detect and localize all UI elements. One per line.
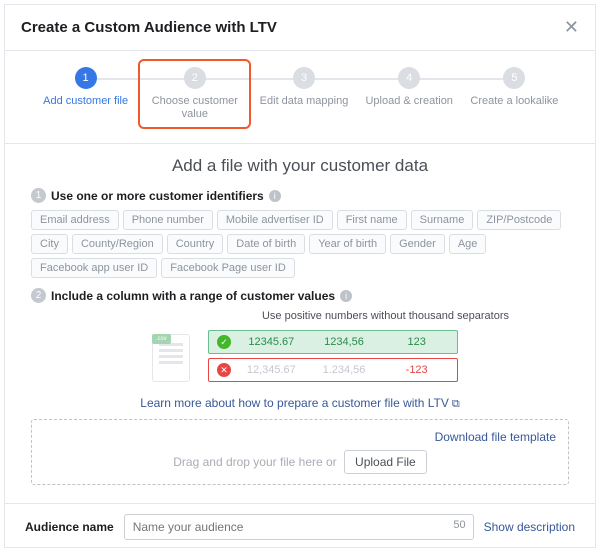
example-rows: ✓ 12345.67 1234,56 123 ✕ 12,345.67 1.234… — [208, 330, 458, 386]
page-title: Add a file with your customer data — [31, 156, 569, 176]
info-icon[interactable]: i — [269, 190, 281, 202]
identifier-tag[interactable]: City — [31, 234, 68, 254]
identifier-tag[interactable]: Date of birth — [227, 234, 305, 254]
identifier-tag[interactable]: Facebook Page user ID — [161, 258, 295, 278]
close-icon[interactable]: ✕ — [564, 17, 579, 38]
section-header: 1 Use one or more customer identifiers i — [31, 188, 569, 203]
identifier-tag[interactable]: Mobile advertiser ID — [217, 210, 333, 230]
section-number: 1 — [31, 188, 46, 203]
example-value: 1234,56 — [312, 336, 377, 348]
example-bad: ✕ 12,345.67 1.234,56 -123 — [208, 358, 458, 382]
step-number: 5 — [503, 67, 525, 89]
learn-more: Learn more about how to prepare a custom… — [31, 396, 569, 411]
section-title: Use one or more customer identifiers — [51, 189, 264, 203]
step-label: Edit data mapping — [251, 95, 356, 108]
section-header: 2 Include a column with a range of custo… — [31, 288, 569, 303]
step-number: 1 — [75, 67, 97, 89]
x-icon: ✕ — [217, 363, 231, 377]
example-value: 12345.67 — [239, 336, 304, 348]
identifier-tag[interactable]: Facebook app user ID — [31, 258, 157, 278]
identifier-tag[interactable]: First name — [337, 210, 407, 230]
dropzone[interactable]: Download file template Drag and drop you… — [31, 419, 569, 485]
dialog-title: Create a Custom Audience with LTV — [21, 19, 277, 36]
step-label: Add customer file — [33, 95, 138, 108]
section-number: 2 — [31, 288, 46, 303]
step-5[interactable]: 5 Create a lookalike — [462, 67, 567, 108]
section-title: Include a column with a range of custome… — [51, 289, 335, 303]
example-value: -123 — [384, 364, 449, 376]
dialog-header: Create a Custom Audience with LTV ✕ — [5, 5, 595, 51]
step-label: Create a lookalike — [462, 95, 567, 108]
file-illustration: .csv — [142, 328, 202, 388]
download-template-link[interactable]: Download file template — [44, 430, 556, 444]
identifier-tag[interactable]: ZIP/Postcode — [477, 210, 561, 230]
example-graphic: .csv ✓ 12345.67 1234,56 123 ✕ 12,345.67 … — [31, 328, 569, 388]
dialog-body: Add a file with your customer data 1 Use… — [5, 144, 595, 503]
identifiers-section: 1 Use one or more customer identifiers i… — [31, 188, 569, 278]
dialog: Create a Custom Audience with LTV ✕ 1 Ad… — [4, 4, 596, 548]
identifier-tag[interactable]: Age — [449, 234, 487, 254]
external-link-icon: ⧉ — [452, 398, 460, 410]
learn-more-text: Learn more about how to prepare a custom… — [140, 396, 449, 410]
values-section: 2 Include a column with a range of custo… — [31, 288, 569, 485]
check-icon: ✓ — [217, 335, 231, 349]
step-4[interactable]: 4 Upload & creation — [357, 67, 462, 108]
audience-name-label: Audience name — [25, 520, 114, 534]
char-count: 50 — [453, 519, 465, 531]
step-label: Choose customer value — [142, 95, 247, 121]
stepper: 1 Add customer file 2 Choose customer va… — [5, 51, 595, 144]
learn-more-link[interactable]: Learn more about how to prepare a custom… — [140, 396, 459, 410]
step-label: Upload & creation — [357, 95, 462, 108]
format-hint: Use positive numbers without thousand se… — [31, 310, 569, 322]
dropzone-label: Drag and drop your file here or — [173, 455, 336, 469]
identifier-tag[interactable]: County/Region — [72, 234, 163, 254]
step-number: 2 — [184, 67, 206, 89]
info-icon[interactable]: i — [340, 290, 352, 302]
audience-name-wrap: 50 — [124, 514, 474, 540]
identifier-tag[interactable]: Year of birth — [309, 234, 386, 254]
example-good: ✓ 12345.67 1234,56 123 — [208, 330, 458, 354]
step-2[interactable]: 2 Choose customer value — [138, 59, 251, 129]
identifier-tag[interactable]: Phone number — [123, 210, 213, 230]
identifier-tag[interactable]: Gender — [390, 234, 445, 254]
step-3[interactable]: 3 Edit data mapping — [251, 67, 356, 108]
example-value: 123 — [384, 336, 449, 348]
audience-name-input[interactable] — [124, 514, 474, 540]
step-number: 3 — [293, 67, 315, 89]
step-1[interactable]: 1 Add customer file — [33, 67, 138, 108]
identifier-tag[interactable]: Country — [167, 234, 224, 254]
identifier-tags: Email addressPhone numberMobile advertis… — [31, 210, 569, 278]
identifier-tag[interactable]: Email address — [31, 210, 119, 230]
upload-file-button[interactable]: Upload File — [344, 450, 427, 474]
dropzone-text: Drag and drop your file here or Upload F… — [44, 450, 556, 474]
show-description-link[interactable]: Show description — [484, 520, 575, 534]
example-value: 12,345.67 — [239, 364, 304, 376]
dialog-footer: Audience name 50 Show description — [5, 503, 595, 550]
step-number: 4 — [398, 67, 420, 89]
example-value: 1.234,56 — [312, 364, 377, 376]
identifier-tag[interactable]: Surname — [411, 210, 474, 230]
